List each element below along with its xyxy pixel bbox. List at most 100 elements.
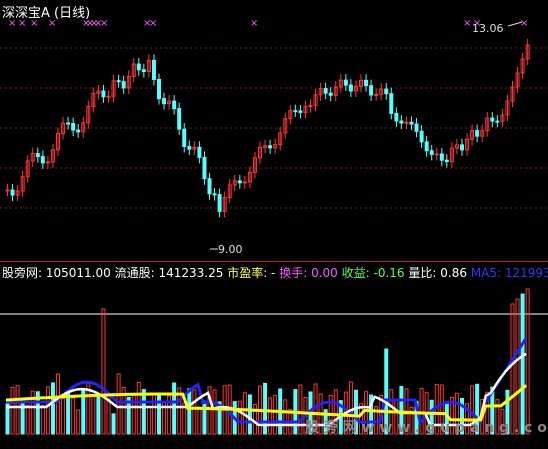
volume-bar <box>61 398 66 435</box>
candle-body <box>348 84 353 92</box>
volume-bar <box>91 394 96 435</box>
candle-body <box>399 120 404 124</box>
candle-body <box>343 79 348 86</box>
volume-bar <box>273 394 278 435</box>
candle-body <box>172 100 177 110</box>
volume-bar <box>268 397 273 435</box>
candle-body <box>268 145 273 149</box>
candle-body <box>157 79 161 100</box>
candle-body <box>202 156 207 180</box>
volume-bar <box>197 406 202 435</box>
volume-bar <box>96 393 101 435</box>
volume-bar <box>263 382 268 435</box>
candle-body <box>374 93 379 96</box>
pe-label: 市盈率 <box>227 266 264 280</box>
candle-body <box>384 88 389 95</box>
volume-bar <box>15 385 20 435</box>
volume-bar <box>520 293 525 435</box>
candle-body <box>71 123 76 131</box>
volume-bar <box>525 288 530 435</box>
volume-bar <box>101 308 106 435</box>
volume-bar <box>237 400 242 435</box>
volume-bar <box>50 382 55 435</box>
total-shares-label: 股旁网 <box>2 266 39 280</box>
volume-ratio-value: : 0.86 <box>432 266 467 280</box>
volume-bar <box>45 386 50 435</box>
candle-body <box>439 153 444 161</box>
candle-body <box>394 112 399 122</box>
ma5-value: : 121993.1 <box>497 266 548 280</box>
volume-bar <box>146 406 151 435</box>
volume-ratio-label: 量比 <box>408 266 433 280</box>
candle-body <box>419 130 424 143</box>
volume-bar <box>172 382 177 435</box>
candle-body <box>182 128 187 147</box>
volume-bar <box>136 382 141 435</box>
turnover-label: 换手 <box>279 266 304 280</box>
volume-bar <box>247 394 252 435</box>
ma5-label: MA5 <box>470 266 498 280</box>
volume-bar <box>510 303 515 435</box>
candle-body <box>66 122 71 125</box>
candle-body <box>414 123 419 132</box>
candle-body <box>369 85 374 96</box>
candle-body <box>187 145 192 150</box>
signal-marker: × <box>100 18 108 29</box>
candle-body <box>434 153 439 156</box>
candlestick-chart[interactable]: × × × × ××××× ×× × × × × <box>0 0 548 262</box>
return-label: 收益 <box>341 266 366 280</box>
candle-body <box>444 159 449 163</box>
candle-body <box>242 181 247 184</box>
high-price-label: 13.06 <box>472 22 504 35</box>
volume-bar <box>298 384 303 435</box>
candle-body <box>116 80 121 83</box>
candle-body <box>389 93 394 114</box>
price-panel[interactable]: × × × × × × × × × × × × × × × 深深宝A (日线) 13.06 9.00 <box>0 0 548 262</box>
volume-bar <box>40 404 45 435</box>
signal-marker: × <box>520 18 528 29</box>
volume-bar <box>202 400 207 435</box>
candle-body <box>490 117 495 122</box>
volume-bar <box>111 413 116 435</box>
candle-body <box>364 79 369 87</box>
info-bar: 股旁网: 105011.00 流通股: 141233.25 市盈率: - 换手:… <box>2 264 548 281</box>
volume-bar <box>283 399 288 435</box>
turnover-value: : 0.00 <box>303 266 338 280</box>
volume-bar <box>157 393 161 435</box>
candle-body <box>121 81 126 89</box>
candle-body <box>460 144 464 151</box>
low-price-label: 9.00 <box>218 243 243 256</box>
candle-body <box>475 130 480 137</box>
volume-bar <box>116 373 121 435</box>
candle-body <box>197 146 202 158</box>
signal-marker: × <box>149 18 157 29</box>
volume-bar <box>187 388 192 435</box>
candle-body <box>237 180 242 184</box>
float-shares-label: 流通股 <box>114 266 151 280</box>
candle-body <box>141 69 146 73</box>
candle-body <box>409 121 414 125</box>
float-shares-value: : 141233.25 <box>150 266 224 280</box>
candle-body <box>35 152 40 158</box>
candle-body <box>298 110 303 113</box>
stock-title: 深深宝A (日线) <box>2 6 91 21</box>
candle-body <box>328 92 333 96</box>
pe-value: : - <box>263 266 276 280</box>
volume-bar <box>131 392 136 435</box>
candle-body <box>293 110 298 113</box>
volume-bar <box>10 387 15 435</box>
candle-body <box>5 189 10 192</box>
candle-body <box>106 95 111 98</box>
volume-bar <box>212 389 217 435</box>
candle-body <box>10 189 15 196</box>
watermark: 股 旁 网 w w w . g u p a n g . c o m <box>305 420 548 436</box>
candle-body <box>207 178 212 195</box>
volume-bar <box>192 389 197 435</box>
volume-bar <box>71 397 76 435</box>
candle-body <box>136 63 141 71</box>
volume-panel[interactable]: 股旁网: 105011.00 流通股: 141233.25 市盈率: - 换手:… <box>0 262 548 449</box>
candle-body <box>217 194 222 212</box>
candle-body <box>495 120 500 123</box>
candle-body <box>404 121 409 124</box>
volume-bar <box>5 403 10 435</box>
